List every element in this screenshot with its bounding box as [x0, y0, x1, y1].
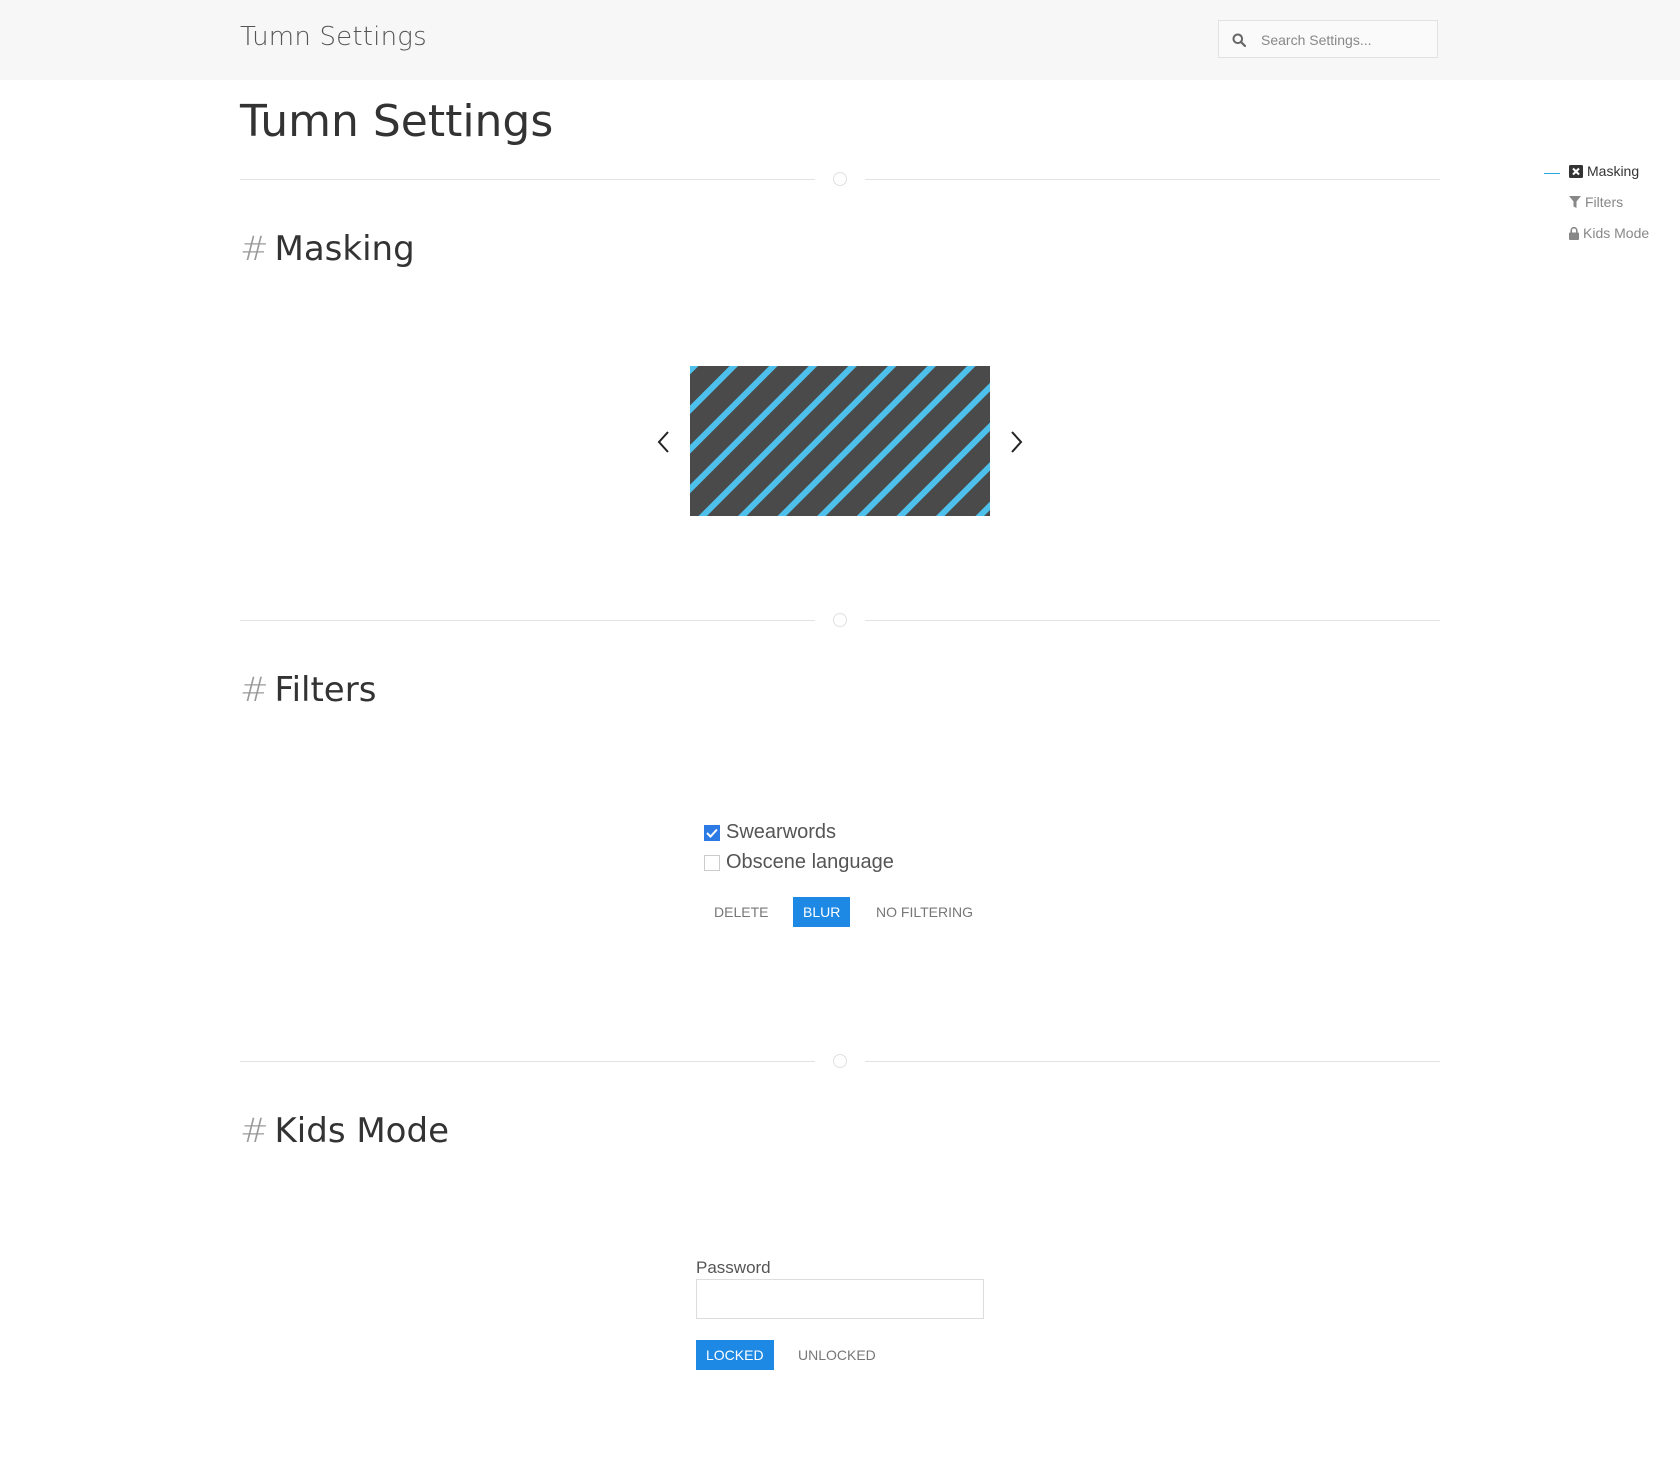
divider-circle [833, 172, 847, 186]
password-field[interactable] [696, 1279, 984, 1319]
search-box[interactable] [1218, 20, 1438, 59]
divider-line [865, 179, 1440, 180]
search-icon [1232, 33, 1246, 47]
kids-mode-unlocked-button[interactable]: UNLOCKED [788, 1340, 886, 1370]
divider-line [865, 1061, 1440, 1062]
section-title-filters: # Filters [240, 670, 376, 710]
checkmark-icon [706, 828, 718, 838]
carousel-prev-button[interactable] [653, 427, 677, 457]
password-label: Password [696, 1258, 771, 1277]
section-divider [240, 610, 1440, 632]
brand-title[interactable]: Tumn Settings [240, 22, 427, 52]
filter-mode-blur-button[interactable]: BLUR [793, 897, 851, 927]
close-square-icon [1569, 164, 1583, 178]
section-title-kids-mode: # Kids Mode [240, 1111, 449, 1151]
filter-option-obscene-language[interactable]: Obscene language [704, 851, 894, 874]
search-input[interactable] [1259, 21, 1433, 59]
divider-line [865, 620, 1440, 621]
checkbox-label: Swearwords [726, 821, 837, 843]
divider-circle [833, 613, 847, 627]
section-divider [240, 1051, 1440, 1073]
masking-pattern-preview [690, 366, 990, 516]
toc-active-indicator [1544, 173, 1560, 174]
toc-item-label: Filters [1585, 194, 1624, 210]
filter-icon [1569, 195, 1581, 208]
filter-option-swearwords[interactable]: Swearwords [704, 821, 836, 844]
divider-line [240, 179, 815, 180]
section-anchor[interactable]: # [240, 1111, 269, 1151]
toc-item-masking[interactable]: Masking [1569, 163, 1639, 179]
divider-line [240, 1061, 815, 1062]
section-title-text: Masking [274, 229, 415, 269]
filter-mode-no-filtering-button[interactable]: NO FILTERING [866, 897, 983, 927]
kids-mode-locked-button[interactable]: LOCKED [696, 1340, 774, 1370]
checkbox-label: Obscene language [726, 851, 894, 873]
toc-item-label: Kids Mode [1583, 225, 1650, 241]
toc-item-kids-mode[interactable]: Kids Mode [1569, 225, 1649, 241]
divider-circle [833, 1054, 847, 1068]
top-bar: Tumn Settings [0, 0, 1680, 80]
section-title-text: Kids Mode [274, 1111, 449, 1151]
section-anchor[interactable]: # [240, 229, 269, 269]
section-divider [240, 169, 1440, 191]
filter-mode-delete-button[interactable]: DELETE [704, 897, 778, 927]
lock-icon [1569, 226, 1579, 240]
toc-item-label: Masking [1587, 163, 1640, 179]
checkbox-swearwords[interactable] [704, 824, 720, 841]
section-anchor[interactable]: # [240, 670, 269, 710]
carousel-next-button[interactable] [1003, 427, 1027, 457]
page-title: Tumn Settings [240, 96, 554, 147]
section-title-masking: # Masking [240, 229, 415, 269]
section-title-text: Filters [274, 670, 377, 710]
checkbox-obscene-language[interactable] [704, 854, 720, 871]
divider-line [240, 620, 815, 621]
toc-item-filters[interactable]: Filters [1569, 194, 1623, 210]
